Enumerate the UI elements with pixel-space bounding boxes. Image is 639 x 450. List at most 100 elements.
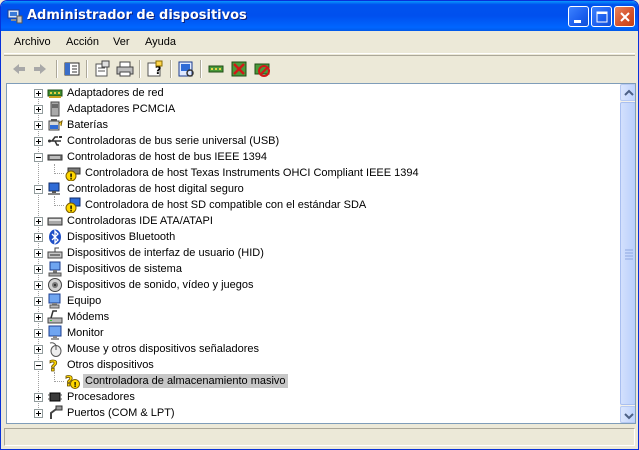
tree-item-label: Controladoras de host de bus IEEE 1394 — [67, 151, 267, 163]
tree-item-label: Controladora de almacenamiento masivo — [83, 374, 288, 388]
disable-device-icon[interactable] — [253, 60, 271, 78]
tree-item-label: Monitor — [67, 327, 104, 339]
expand-button[interactable] — [34, 105, 43, 114]
toolbar-separator — [56, 60, 58, 78]
computer-icon — [48, 293, 61, 309]
menu-ayuda[interactable]: Ayuda — [145, 36, 176, 48]
scan-hardware-icon[interactable] — [177, 60, 195, 78]
tree-item-label: Dispositivos de sistema — [67, 263, 182, 275]
tree-item-ti-ohci[interactable]: ! Controladora de host Texas Instruments… — [7, 165, 617, 181]
bluetooth-icon — [49, 229, 61, 245]
tree-item-mass-storage[interactable]: ?! Controladora de almacenamiento masivo — [7, 373, 617, 389]
tree-item-usb[interactable]: Controladoras de bus serie universal (US… — [7, 133, 617, 149]
maximize-button[interactable] — [591, 6, 612, 27]
tree-item-label: Controladora de host Texas Instruments O… — [85, 167, 419, 179]
tree-item-adaptadores-red[interactable]: Adaptadores de red — [7, 85, 617, 101]
tree-item-bluetooth[interactable]: Dispositivos Bluetooth — [7, 229, 617, 245]
scroll-up-button[interactable] — [620, 84, 635, 101]
expand-button[interactable] — [34, 281, 43, 290]
tree-item-label: Puertos (COM & LPT) — [67, 407, 175, 419]
tree-item-modems[interactable]: Módems — [7, 309, 617, 325]
svg-text:?: ? — [49, 357, 58, 373]
help-icon[interactable]: ? — [146, 60, 164, 78]
expand-button[interactable] — [34, 297, 43, 306]
title-bar[interactable]: Administrador de dispositivos — [1, 1, 638, 31]
expand-button[interactable] — [34, 137, 43, 146]
toolbar-separator — [200, 60, 202, 78]
expand-button[interactable] — [34, 409, 43, 418]
tree-item-sd-sda[interactable]: ! Controladora de host SD compatible con… — [7, 197, 617, 213]
unknown-warning-icon: ?! — [65, 374, 80, 389]
close-icon — [620, 12, 630, 22]
status-bar — [4, 426, 635, 448]
expand-button[interactable] — [34, 217, 43, 226]
tree-item-system[interactable]: Dispositivos de sistema — [7, 261, 617, 277]
forward-arrow-icon[interactable] — [31, 60, 49, 78]
tree-item-equipo[interactable]: Equipo — [7, 293, 617, 309]
tree-item-sound[interactable]: Dispositivos de sonido, vídeo y juegos — [7, 277, 617, 293]
menu-archivo[interactable]: Archivo — [14, 36, 51, 48]
tree-item-label: Procesadores — [67, 391, 135, 403]
uninstall-icon[interactable] — [230, 60, 248, 78]
console-tree-icon[interactable] — [63, 60, 81, 78]
tree-item-ide[interactable]: Controladoras IDE ATA/ATAPI — [7, 213, 617, 229]
tree-item-otros[interactable]: ? Otros dispositivos — [7, 357, 617, 373]
expand-button[interactable] — [34, 249, 43, 258]
properties-icon[interactable] — [93, 60, 111, 78]
vertical-scrollbar[interactable] — [620, 84, 635, 423]
tree-item-ieee1394[interactable]: Controladoras de host de bus IEEE 1394 — [7, 149, 617, 165]
expand-button[interactable] — [34, 345, 43, 354]
toolbar-separator — [170, 60, 172, 78]
tree-item-sd-host[interactable]: Controladoras de host digital seguro — [7, 181, 617, 197]
tree-item-label: Módems — [67, 311, 110, 323]
expand-button[interactable] — [34, 313, 43, 322]
processor-icon — [48, 392, 62, 402]
sound-icon — [48, 278, 62, 292]
expand-button[interactable] — [34, 89, 43, 98]
port-icon — [50, 405, 63, 419]
svg-text:!: ! — [69, 205, 73, 214]
scroll-thumb[interactable] — [620, 102, 635, 405]
sd-host-icon — [48, 182, 60, 195]
print-icon[interactable] — [116, 60, 134, 78]
collapse-button[interactable] — [34, 361, 43, 370]
monitor-icon — [48, 325, 62, 340]
tree-item-hid[interactable]: Dispositivos de interfaz de usuario (HID… — [7, 245, 617, 261]
tree-item-procesadores[interactable]: Procesadores — [7, 389, 617, 405]
tree-item-label: Baterías — [67, 119, 108, 131]
device-tree[interactable]: Adaptadores de red Adaptadores PCMCIA Ba… — [6, 83, 636, 424]
menu-accion[interactable]: Acción — [66, 36, 99, 48]
maximize-icon — [596, 11, 608, 23]
expand-button[interactable] — [34, 329, 43, 338]
svg-text:!: ! — [74, 381, 77, 389]
menu-ver[interactable]: Ver — [113, 36, 130, 48]
tree-item-mouse[interactable]: Mouse y otros dispositivos señaladores — [7, 341, 617, 357]
tree-item-label: Adaptadores de red — [67, 87, 164, 99]
tree-item-label: Otros dispositivos — [67, 359, 154, 371]
close-button[interactable] — [614, 6, 635, 27]
minimize-button[interactable] — [568, 6, 589, 27]
scroll-down-button[interactable] — [620, 406, 635, 423]
tree-item-label: Adaptadores PCMCIA — [67, 103, 176, 115]
tree-item-label: Dispositivos de interfaz de usuario (HID… — [67, 247, 264, 259]
tree-connector — [54, 381, 64, 382]
expand-button[interactable] — [34, 121, 43, 130]
unknown-device-icon: ? — [49, 357, 59, 373]
expand-button[interactable] — [34, 393, 43, 402]
system-device-icon — [48, 261, 62, 277]
network-adapter-icon — [47, 89, 63, 98]
tree-item-monitor[interactable]: Monitor — [7, 325, 617, 341]
back-arrow-icon[interactable] — [10, 60, 28, 78]
tree-item-baterias[interactable]: Baterías — [7, 117, 617, 133]
hid-icon — [47, 247, 63, 259]
collapse-button[interactable] — [34, 153, 43, 162]
collapse-button[interactable] — [34, 185, 43, 194]
tree-item-puertos[interactable]: Puertos (COM & LPT) — [7, 405, 617, 421]
tree-item-pcmcia[interactable]: Adaptadores PCMCIA — [7, 101, 617, 117]
expand-button[interactable] — [34, 265, 43, 274]
expand-button[interactable] — [34, 233, 43, 242]
tree-item-label: Controladoras de host digital seguro — [67, 183, 244, 195]
warning-device-icon: ! — [65, 197, 81, 213]
update-driver-icon[interactable] — [207, 60, 225, 78]
menu-bar: Archivo Acción Ver Ayuda — [4, 31, 635, 54]
